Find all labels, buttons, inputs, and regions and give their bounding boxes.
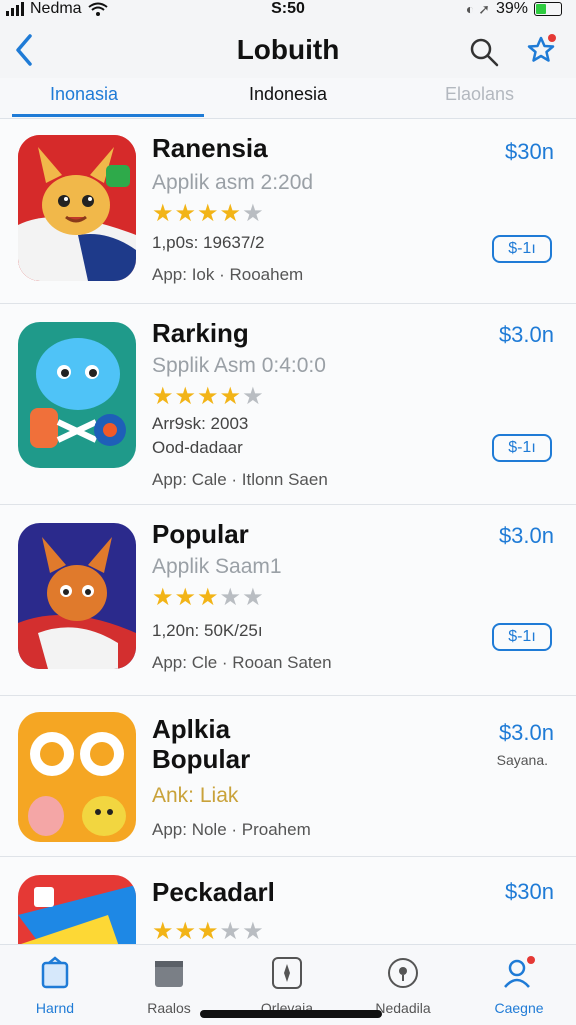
app-category: App: Iok · Rooahem bbox=[152, 265, 304, 284]
app-name[interactable]: Rarking bbox=[152, 318, 249, 348]
person-icon bbox=[504, 956, 535, 988]
rating-stars: ★★★★★ bbox=[152, 584, 265, 611]
app-price: $30n bbox=[505, 139, 554, 164]
app-developer: Ood-dadaar bbox=[152, 438, 243, 457]
app-row[interactable]: Aplkia Bopular Ank: Liak App: Nole · Pro… bbox=[0, 696, 576, 857]
battery-icon bbox=[534, 2, 562, 16]
star-badge-icon[interactable] bbox=[524, 32, 558, 68]
price-note: Sayana. bbox=[496, 752, 548, 768]
app-rating-text: Ank: Liak bbox=[152, 784, 239, 807]
app-icon[interactable] bbox=[18, 135, 136, 281]
app-name[interactable]: Ranensia bbox=[152, 133, 268, 163]
app-subtitle: Spplik Asm 0:4:0:0 bbox=[152, 354, 326, 377]
app-price: $3.0n bbox=[498, 523, 554, 548]
location-icon bbox=[388, 958, 418, 988]
tabbar-item-nearby[interactable]: Nedadila bbox=[348, 955, 458, 1016]
app-price: $3.0n bbox=[498, 720, 554, 745]
app-category: App: Cale · Itlonn Saen bbox=[152, 470, 328, 489]
rating-stars: ★★★★★ bbox=[152, 918, 265, 945]
app-icon[interactable] bbox=[18, 712, 136, 842]
compass-icon bbox=[272, 957, 302, 989]
tabbar-item-home[interactable]: Harnd bbox=[0, 955, 110, 1016]
app-subtitle: Applik asm 2:20d bbox=[152, 171, 314, 194]
home-indicator bbox=[200, 1010, 382, 1018]
app-name-line1[interactable]: Aplkia bbox=[152, 714, 230, 744]
tabbar-label: Harnd bbox=[35, 1000, 75, 1016]
tabbar-item-library[interactable]: Raalos bbox=[114, 955, 224, 1016]
tabbar-item-profile[interactable]: Caegne bbox=[464, 955, 574, 1016]
get-button[interactable]: $-1ı bbox=[492, 623, 552, 651]
search-icon[interactable] bbox=[468, 36, 500, 68]
app-row[interactable]: Popular Applik Saam1 ★★★★★ 1,20n: 50K/25… bbox=[0, 505, 576, 696]
rating-stars: ★★★★★ bbox=[152, 383, 265, 410]
app-row[interactable]: Ranensia Applik asm 2:20d ★★★★★ 1,p0s: 1… bbox=[0, 119, 576, 304]
app-stats: 1,p0s: 19637/2 bbox=[152, 233, 265, 252]
app-row[interactable]: Rarking Spplik Asm 0:4:0:0 ★★★★★ Arr9sk:… bbox=[0, 304, 576, 505]
battery-label: 39% bbox=[495, 0, 528, 17]
tabbar-label: Caegne bbox=[494, 1000, 544, 1016]
app-icon[interactable] bbox=[18, 322, 136, 468]
app-name[interactable]: Peckadarl bbox=[152, 877, 275, 907]
app-price: $3.0n bbox=[498, 322, 554, 347]
active-tab-indicator bbox=[12, 114, 204, 117]
app-stats: 1,20n: 50K/25ı bbox=[152, 621, 263, 640]
home-icon bbox=[41, 956, 69, 989]
app-name[interactable]: Popular bbox=[152, 519, 249, 549]
app-category: App: Cle · Rooan Saten bbox=[152, 653, 332, 672]
get-button[interactable]: $-1ı bbox=[492, 235, 552, 263]
folder-icon bbox=[155, 961, 183, 987]
tab-elaolans[interactable]: Elaolans bbox=[445, 84, 514, 105]
app-category: App: Nole · Proahem bbox=[152, 820, 311, 839]
rating-stars: ★★★★★ bbox=[152, 200, 265, 227]
segment-tabs: Inonasia Indonesia Elaolans bbox=[0, 78, 576, 119]
app-stats: Arr9sk: 2003 bbox=[152, 414, 249, 433]
app-list: Ranensia Applik asm 2:20d ★★★★★ 1,p0s: 1… bbox=[0, 119, 576, 995]
get-button[interactable]: $-1ı bbox=[492, 434, 552, 462]
app-subtitle: Applik Saam1 bbox=[152, 555, 282, 578]
tabbar-item-explore[interactable]: Orlevaia bbox=[232, 955, 342, 1016]
app-price: $30n bbox=[505, 879, 554, 904]
app-name-line2[interactable]: Bopular bbox=[152, 744, 250, 774]
location-arrow-icon: ◐ ➚ bbox=[465, 0, 490, 17]
navigation-bar: Lobuith bbox=[0, 24, 576, 80]
status-bar: Nedma S:50 ◐ ➚ 39% bbox=[0, 0, 576, 24]
app-icon[interactable] bbox=[18, 523, 136, 669]
